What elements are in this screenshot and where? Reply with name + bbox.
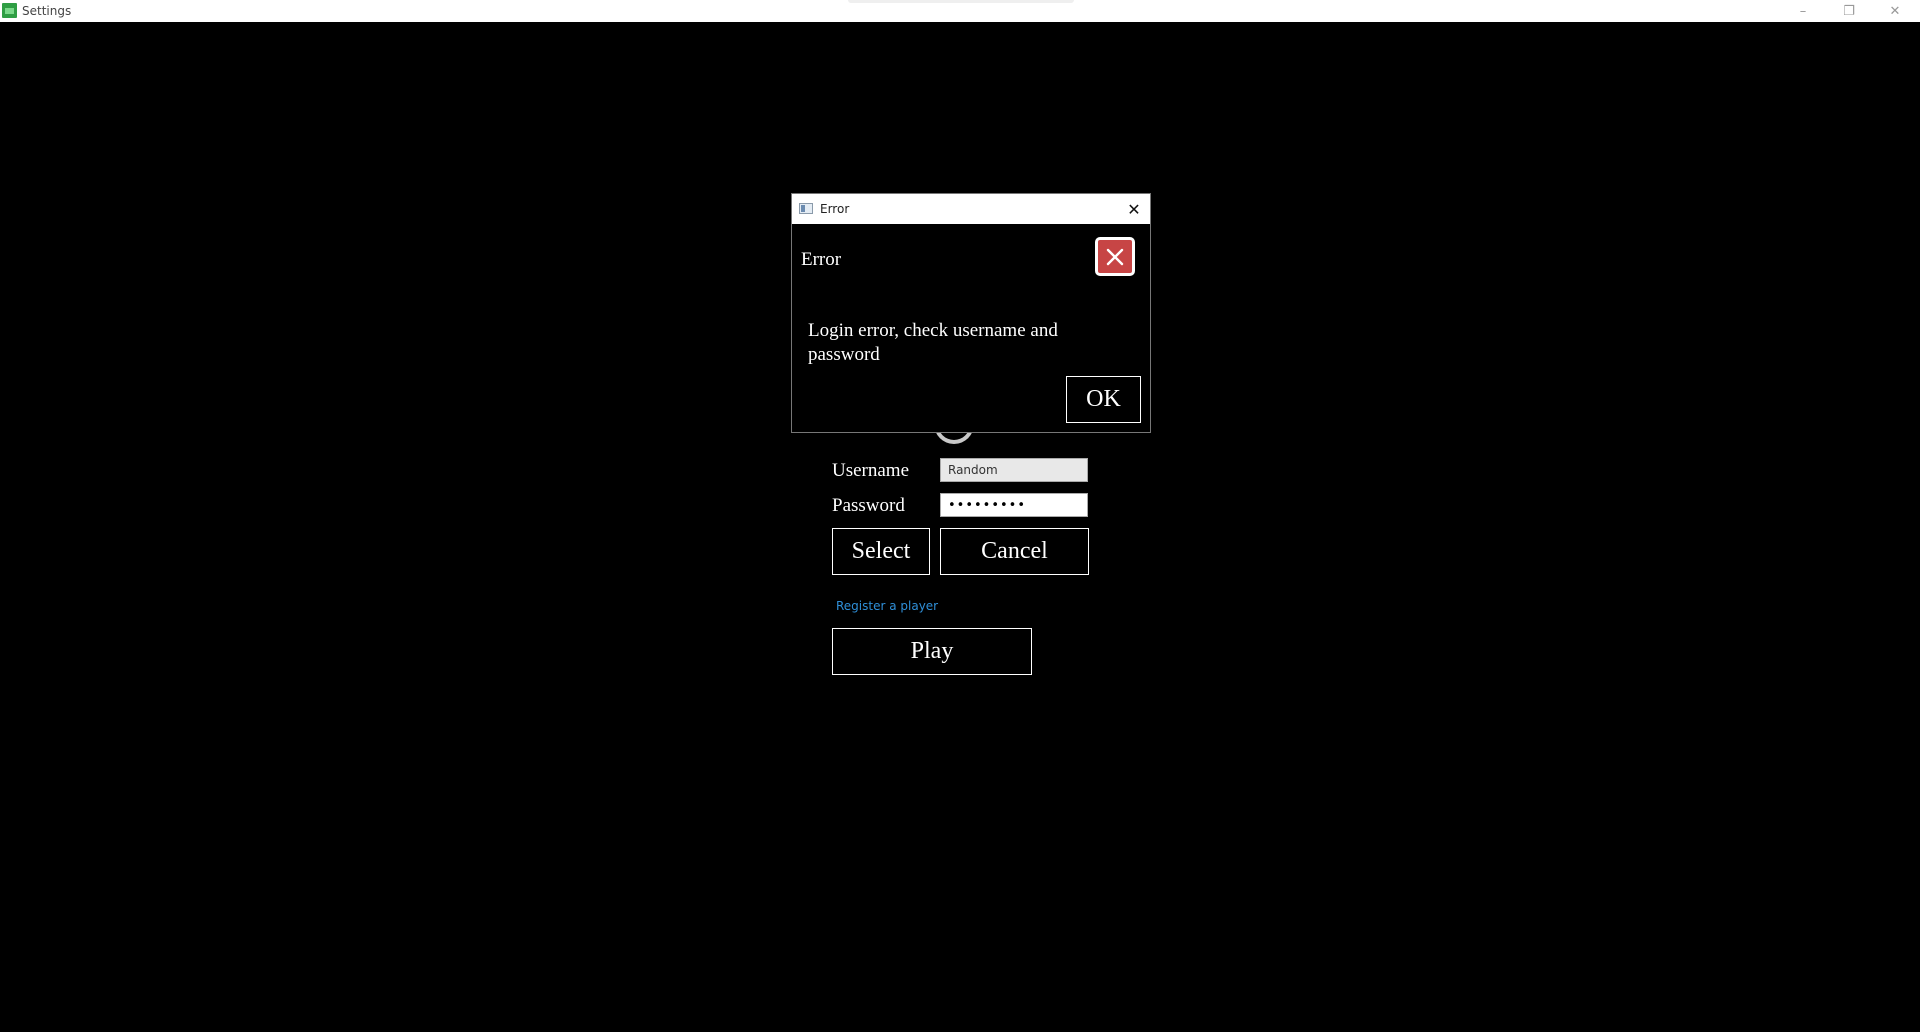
- dialog-titlebar[interactable]: Error ✕: [792, 194, 1150, 224]
- error-dialog[interactable]: Error ✕ Error Login error, check usernam…: [791, 193, 1151, 433]
- play-button-label: Play: [910, 638, 954, 664]
- password-input[interactable]: [940, 493, 1088, 517]
- dialog-heading: Error: [801, 249, 842, 270]
- window-titlebar[interactable]: Settings – ❐ ✕: [0, 0, 1920, 22]
- close-icon: ✕: [1889, 3, 1901, 19]
- ok-button[interactable]: OK: [1066, 376, 1141, 423]
- window-close-button[interactable]: ✕: [1872, 0, 1918, 22]
- cancel-button-label: Cancel: [981, 538, 1048, 564]
- window-title: Settings: [22, 4, 72, 18]
- minimize-button[interactable]: –: [1780, 0, 1826, 22]
- ok-button-label: OK: [1086, 386, 1121, 412]
- dialog-message: Login error, check username and password: [808, 320, 1058, 365]
- dialog-title: Error: [820, 202, 850, 216]
- error-icon: [1095, 237, 1135, 276]
- restore-button[interactable]: ❐: [1826, 0, 1872, 22]
- password-label: Password: [832, 495, 905, 516]
- register-player-link[interactable]: Register a player: [836, 599, 938, 613]
- dialog-close-button[interactable]: ✕: [1122, 198, 1146, 220]
- username-label: Username: [832, 460, 910, 481]
- dialog-window-icon: [799, 203, 813, 214]
- minimize-icon: –: [1799, 3, 1807, 19]
- restore-icon: ❐: [1843, 3, 1855, 19]
- cancel-button[interactable]: Cancel: [940, 528, 1089, 575]
- close-icon: ✕: [1127, 199, 1141, 219]
- play-button[interactable]: Play: [832, 628, 1032, 675]
- username-input[interactable]: [940, 458, 1088, 482]
- select-button-label: Select: [851, 538, 911, 564]
- snap-handle: [848, 0, 1074, 3]
- select-button[interactable]: Select: [832, 528, 930, 575]
- error-x-glyph: [1106, 248, 1124, 265]
- app-icon: [2, 3, 17, 18]
